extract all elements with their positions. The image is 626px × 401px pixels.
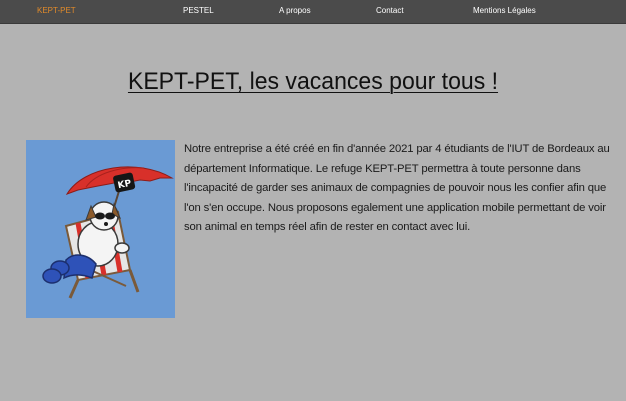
nav-link-mentions-legales[interactable]: Mentions Légales — [473, 6, 536, 16]
page-title: KEPT-PET, les vacances pour tous ! — [127, 68, 499, 95]
intro-paragraph: Notre entreprise a été créé en fin d'ann… — [184, 143, 610, 233]
dog-mascot-image: KP — [26, 140, 175, 318]
nav-brand-link[interactable]: KEPT-PET — [37, 6, 76, 16]
top-navbar: KEPT-PET PESTEL A propos Contact Mention… — [0, 0, 626, 24]
dog-on-beach-chair-logo: KP — [42, 166, 174, 299]
nav-link-contact[interactable]: Contact — [376, 6, 404, 16]
nav-link-a-propos[interactable]: A propos — [279, 6, 311, 16]
nav-link-pestel[interactable]: PESTEL — [183, 6, 214, 16]
